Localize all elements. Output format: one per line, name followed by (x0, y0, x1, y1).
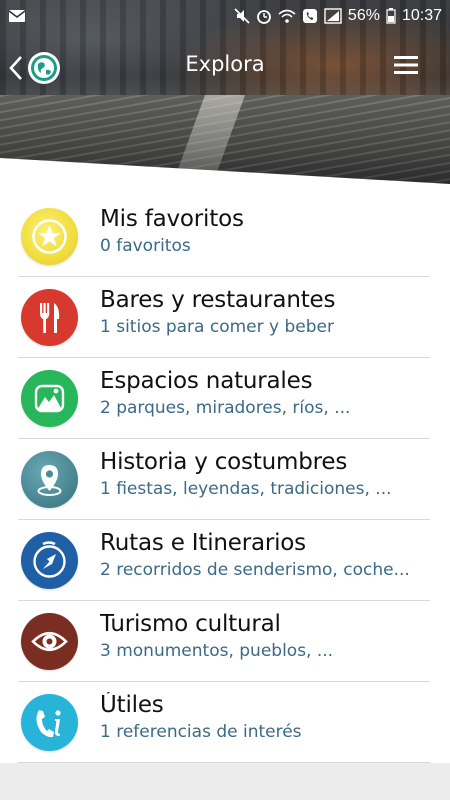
item-title: Rutas e Itinerarios (100, 530, 306, 556)
item-title: Mis favoritos (100, 206, 244, 232)
battery-percent: 56% (347, 7, 380, 24)
star-icon (21, 208, 78, 265)
map-pin-icon (21, 451, 78, 508)
item-title: Bares y restaurantes (100, 287, 336, 313)
list-item-turismo-cultural[interactable]: Turismo cultural 3 monumentos, pueblos, … (0, 601, 450, 682)
phone-info-icon (21, 694, 78, 751)
list-item-historia[interactable]: Historia y costumbres 1 fiestas, leyenda… (0, 439, 450, 520)
signal-icon (324, 8, 342, 24)
app-bar: Explora (0, 38, 450, 94)
item-subtitle: 2 recorridos de senderismo, coche... (100, 560, 410, 580)
alarm-icon (257, 10, 271, 24)
item-title: Útiles (100, 692, 164, 718)
item-subtitle: 1 fiestas, leyendas, tradiciones, ... (100, 479, 392, 499)
battery-icon (386, 8, 396, 24)
mail-icon (8, 10, 26, 22)
list-item-espacios-naturales[interactable]: Espacios naturales 2 parques, miradores,… (0, 358, 450, 439)
mountain-icon (21, 370, 78, 427)
list-item-rutas[interactable]: Rutas e Itinerarios 2 recorridos de send… (0, 520, 450, 601)
page-title: Explora (185, 52, 265, 76)
item-subtitle: 1 referencias de interés (100, 722, 302, 742)
item-subtitle: 3 monumentos, pueblos, ... (100, 641, 334, 661)
status-bar: 56% 10:37 (0, 0, 450, 32)
bottom-spacer (0, 768, 450, 800)
compass-icon (21, 532, 78, 589)
hamburger-menu-icon[interactable] (394, 54, 420, 76)
category-list: Mis favoritos 0 favoritos Bares y restau… (0, 196, 450, 763)
list-item-utiles[interactable]: Útiles 1 referencias de interés (0, 682, 450, 763)
item-title: Espacios naturales (100, 368, 313, 394)
item-title: Historia y costumbres (100, 449, 348, 475)
phone-icon (302, 9, 317, 23)
wifi-icon (278, 9, 296, 23)
item-subtitle: 2 parques, miradores, ríos, ... (100, 398, 351, 418)
item-subtitle: 1 sitios para comer y beber (100, 317, 334, 337)
eye-icon (21, 613, 78, 670)
item-title: Turismo cultural (100, 611, 281, 637)
list-item-bares[interactable]: Bares y restaurantes 1 sitios para comer… (0, 277, 450, 358)
fork-knife-icon (21, 289, 78, 346)
list-item-favoritos[interactable]: Mis favoritos 0 favoritos (0, 196, 450, 277)
item-subtitle: 0 favoritos (100, 236, 191, 256)
mute-icon (234, 8, 250, 24)
clock: 10:37 (401, 7, 442, 24)
